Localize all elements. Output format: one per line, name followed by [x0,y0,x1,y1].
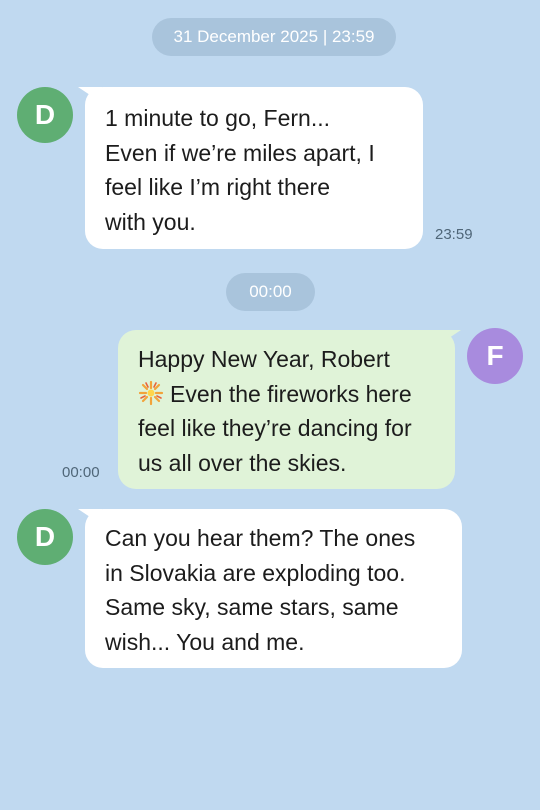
time-divider: 00:00 [226,273,315,311]
message-text: feel like they’re dancing for [138,415,412,441]
message-text: Happy New Year, Robert [138,346,390,372]
message-text: Same sky, same stars, same [105,594,399,620]
firework-icon [138,380,164,406]
message-text: 1 minute to go, Fern... [105,105,331,131]
message-timestamp: 00:00 [62,464,100,481]
message-text: Can you hear them? The ones [105,525,416,551]
message-text: feel like I’m right there [105,174,330,200]
message-text-with-icon: Even the fireworks here [138,377,435,412]
message-text: Even if we’re miles apart, I [105,139,375,166]
date-divider: 31 December 2025 | 23:59 [152,18,396,56]
message-bubble-incoming[interactable]: 1 minute to go, Fern... Even if we’re mi… [85,87,423,249]
message-bubble-outgoing[interactable]: Happy New Year, Robert Even the firework… [118,330,455,489]
message-text: wish... You and me. [105,628,305,655]
avatar-sender-d[interactable]: D [17,87,73,143]
message-text: us all over the skies. [138,449,347,476]
message-text: in Slovakia are exploding too. [105,559,406,586]
avatar-sender-d[interactable]: D [17,509,73,565]
message-text: Even the fireworks here [170,380,412,407]
message-text: with you. [105,208,196,235]
message-timestamp: 23:59 [435,226,473,243]
avatar-sender-f[interactable]: F [467,328,523,384]
message-bubble-incoming[interactable]: Can you hear them? The ones in Slovakia … [85,509,462,668]
